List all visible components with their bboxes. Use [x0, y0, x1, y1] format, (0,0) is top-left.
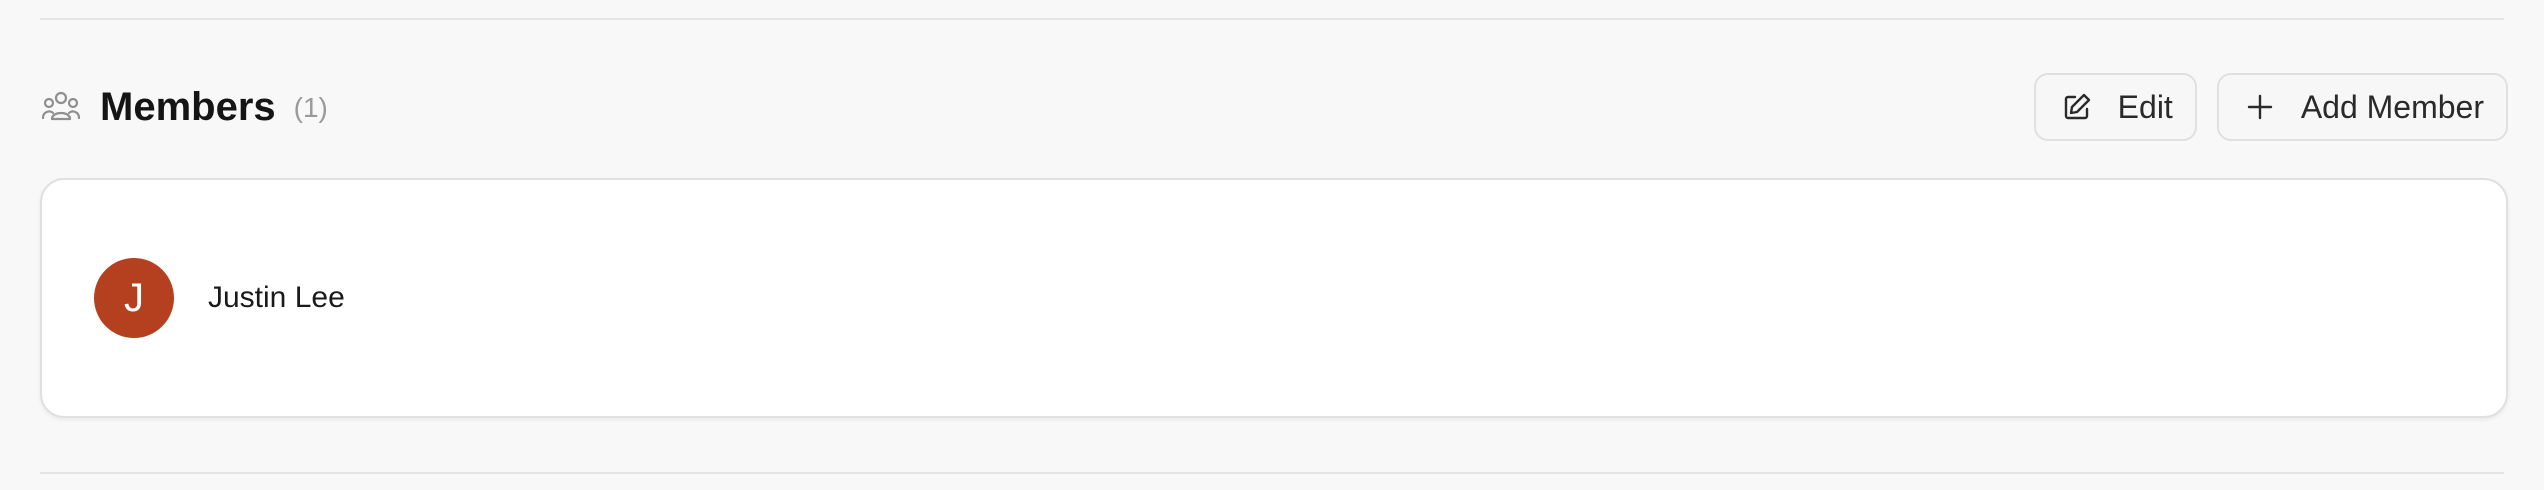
members-header: Members (1) Edit Add Member — [40, 70, 2508, 144]
title-group: Members (1) — [40, 85, 328, 130]
add-member-button-label: Add Member — [2300, 88, 2484, 125]
bottom-divider — [40, 472, 2504, 474]
edit-button[interactable]: Edit — [2033, 73, 2197, 141]
header-actions: Edit Add Member — [2033, 73, 2508, 141]
members-card: J Justin Lee — [40, 178, 2508, 418]
pencil-icon — [2060, 90, 2094, 124]
member-row[interactable]: J Justin Lee — [94, 258, 345, 338]
member-name: Justin Lee — [208, 281, 345, 314]
add-member-button[interactable]: Add Member — [2216, 73, 2508, 141]
member-count: (1) — [293, 92, 328, 123]
edit-button-label: Edit — [2117, 88, 2173, 125]
members-section: Members (1) Edit Add Member J Justin Lee — [0, 0, 2544, 490]
avatar: J — [94, 258, 174, 338]
section-title: Members — [100, 84, 276, 129]
plus-icon — [2243, 90, 2277, 124]
members-icon — [40, 86, 82, 128]
top-divider — [40, 18, 2504, 20]
